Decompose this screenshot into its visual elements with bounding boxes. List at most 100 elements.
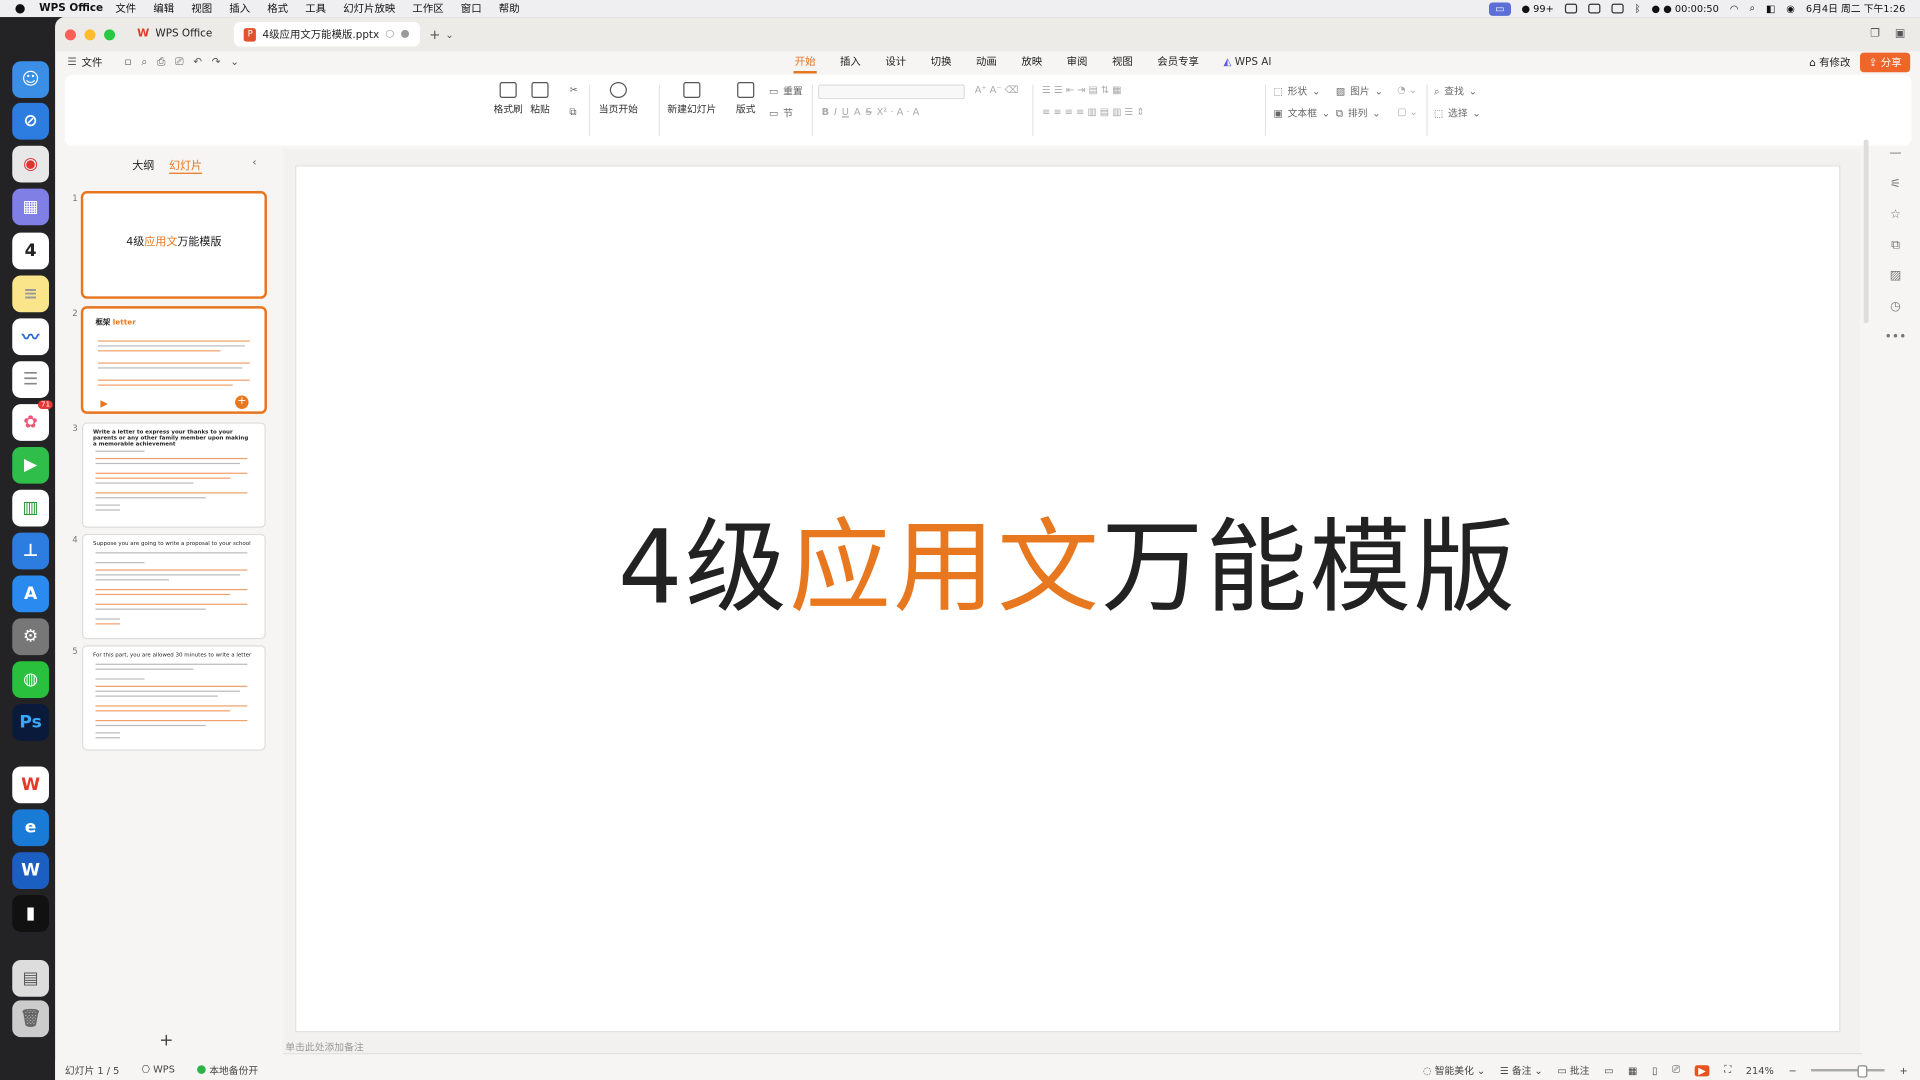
edge-icon[interactable]: e [12, 809, 49, 847]
zoom-level[interactable]: 214% [1746, 1065, 1774, 1076]
text-format-buttons[interactable]: B I U A S X² · A · A [822, 107, 920, 118]
play-from-current-button[interactable]: 当页开始 [599, 82, 638, 116]
print-icon[interactable]: ⎙ [157, 56, 165, 68]
play-slideshow-button[interactable]: ▶ [1694, 1064, 1710, 1076]
slide-thumbnail-4[interactable]: Suppose you are going to write a proposa… [83, 535, 265, 638]
picture-button[interactable]: ▨ 图片 ⌄ [1336, 84, 1383, 97]
tab-wps-home[interactable]: W WPS Office [127, 22, 222, 46]
menu-workspace[interactable]: 工作区 [412, 1, 443, 16]
comment-button[interactable]: ⌂ 有修改 [1809, 55, 1850, 70]
search-doc-icon[interactable]: ⌕ [141, 56, 147, 68]
chevron-down-icon[interactable]: ⌄ [230, 56, 239, 68]
file-menu-button[interactable]: 文件 [82, 55, 103, 70]
cloud-icon[interactable]: ○ [385, 28, 394, 40]
backup-status[interactable]: 本地备份开 [196, 1063, 258, 1076]
siri-icon[interactable]: ◉ [1786, 3, 1795, 14]
redo-icon[interactable]: ↷ [212, 56, 221, 68]
alignment-buttons[interactable]: ≡ ≡ ≡ ≡ ▥ ▤ ▥ ☰ ⇕ [1042, 107, 1145, 118]
finder-icon[interactable]: ☺ [12, 61, 49, 98]
tab-wps-ai[interactable]: ◭ WPS AI [1222, 51, 1272, 73]
select-button[interactable]: ⬚ 选择 ⌄ [1434, 107, 1481, 120]
new-tab-icon[interactable]: + [429, 26, 440, 42]
fit-window-icon[interactable]: ⛶ [1724, 1064, 1731, 1076]
clock[interactable]: 6月4日 周二 下午1:26 [1806, 2, 1905, 15]
chrome-icon[interactable]: ◉ [12, 145, 49, 183]
menu-edit[interactable]: 编辑 [153, 1, 174, 16]
spotlight-icon[interactable]: ⌕ [1749, 2, 1754, 14]
zoom-in-icon[interactable]: + [1900, 1065, 1908, 1076]
system-settings-icon[interactable]: ⚙ [12, 618, 49, 656]
control-center-icon[interactable]: ◧ [1766, 3, 1775, 14]
outline-icon[interactable]: ▢ ⌄ [1397, 107, 1418, 118]
wechat-status[interactable]: ● 99+ [1521, 3, 1553, 14]
tab-insert[interactable]: 插入 [839, 51, 862, 73]
slide-canvas[interactable]: 4级应用文万能模版 [295, 165, 1841, 1033]
downloads-icon[interactable]: ▤ [12, 960, 49, 997]
new-slide-button[interactable]: 新建幻灯片 [667, 82, 716, 116]
undo-icon[interactable]: ↶ [193, 56, 202, 68]
menu-view[interactable]: 视图 [191, 1, 212, 16]
tab-slideshow[interactable]: 放映 [1020, 51, 1043, 73]
app-menu[interactable]: WPS Office [39, 2, 103, 14]
copy-icon[interactable]: ⧉ [1891, 239, 1900, 252]
section-button[interactable]: ▭ 节 [769, 107, 793, 120]
menu-tools[interactable]: 工具 [305, 1, 326, 16]
screen-recorder-icon[interactable]: ▮ [12, 895, 49, 932]
slide-thumbnail-3[interactable]: Write a letter to express your thanks to… [83, 423, 265, 527]
comment-toggle[interactable]: ▭ 批注 [1557, 1063, 1589, 1076]
menu-insert[interactable]: 插入 [229, 1, 250, 16]
notes-icon[interactable]: ≡ [12, 275, 49, 313]
play-icon[interactable]: ▶ [100, 398, 108, 409]
zoom-out-icon[interactable]: − [1788, 1065, 1796, 1076]
wifi-icon[interactable]: ◠ [1730, 3, 1739, 14]
window-mode-icon[interactable]: ❐ [1870, 28, 1880, 40]
tab-review[interactable]: 审阅 [1065, 51, 1088, 73]
menu-slideshow[interactable]: 幻灯片放映 [343, 1, 395, 16]
tab-close-icon[interactable]: ● [401, 28, 410, 40]
font-family-select[interactable] [817, 84, 965, 100]
reminders-icon[interactable]: ☰ [12, 361, 49, 398]
calendar-icon[interactable]: 4 [12, 232, 49, 270]
tab-transitions[interactable]: 切换 [929, 51, 952, 73]
more-icon[interactable]: ••• [1885, 331, 1907, 344]
keynote-icon[interactable]: ⊥ [12, 532, 49, 570]
theme-indicator[interactable]: ⎔ WPS [141, 1063, 174, 1076]
smart-beautify-button[interactable]: ◌ 智能美化 ⌄ [1423, 1063, 1485, 1076]
wps-office-icon[interactable]: W [12, 766, 49, 804]
zoom-icon[interactable] [104, 28, 116, 40]
menu-icon[interactable]: ☰ [67, 56, 76, 68]
bluetooth-icon[interactable]: ᛒ [1635, 3, 1641, 14]
slide-thumbnail-2[interactable]: 框架 letter ▶ + [83, 308, 265, 412]
minus-icon[interactable]: — [1889, 147, 1901, 160]
presenter-icon[interactable]: ⎚ [1672, 1064, 1680, 1076]
reading-view-icon[interactable]: ▯ [1652, 1065, 1657, 1076]
menu-file[interactable]: 文件 [115, 1, 136, 16]
input-method-icon[interactable] [1611, 3, 1624, 14]
menu-format[interactable]: 格式 [267, 1, 288, 16]
chevron-down-icon[interactable]: ⌄ [445, 29, 453, 40]
star-icon[interactable]: ☆ [1890, 208, 1901, 221]
print-preview-icon[interactable]: ⎚ [175, 56, 183, 68]
app-store-icon[interactable]: A [12, 575, 49, 613]
image-icon[interactable]: ▨ [1890, 269, 1902, 282]
fill-icon[interactable]: ◔ ⌄ [1397, 84, 1417, 95]
tab-design[interactable]: 设计 [884, 51, 907, 73]
tab-document[interactable]: P 4级应用文万能模版.pptx ○ ● [234, 22, 420, 47]
format-painter-button[interactable]: 格式刷 [493, 82, 523, 116]
normal-view-icon[interactable]: ▭ [1604, 1065, 1613, 1076]
menu-window[interactable]: 窗口 [461, 1, 482, 16]
trash-icon[interactable]: 🗑 [12, 1000, 49, 1038]
tab-slides[interactable]: 幻灯片 [168, 157, 203, 174]
shape-button[interactable]: ⬚ 形状 ⌄ [1273, 84, 1320, 97]
font-size-controls[interactable]: A⁺ A⁻ ⌫ [975, 84, 1019, 95]
menu-help[interactable]: 帮助 [499, 1, 520, 16]
slide-thumbnail-5[interactable]: For this part, you are allowed 30 minute… [83, 646, 265, 750]
tab-outline[interactable]: 大纲 [132, 157, 154, 174]
save-icon[interactable]: ▫ [124, 56, 131, 68]
close-icon[interactable] [64, 28, 76, 40]
tab-view[interactable]: 视图 [1111, 51, 1134, 73]
tab-member[interactable]: 会员专享 [1156, 51, 1200, 73]
cut-icon[interactable]: ✂ [569, 84, 577, 95]
sorter-view-icon[interactable]: ▦ [1628, 1065, 1637, 1076]
launchpad-icon[interactable]: ▦ [12, 188, 49, 226]
